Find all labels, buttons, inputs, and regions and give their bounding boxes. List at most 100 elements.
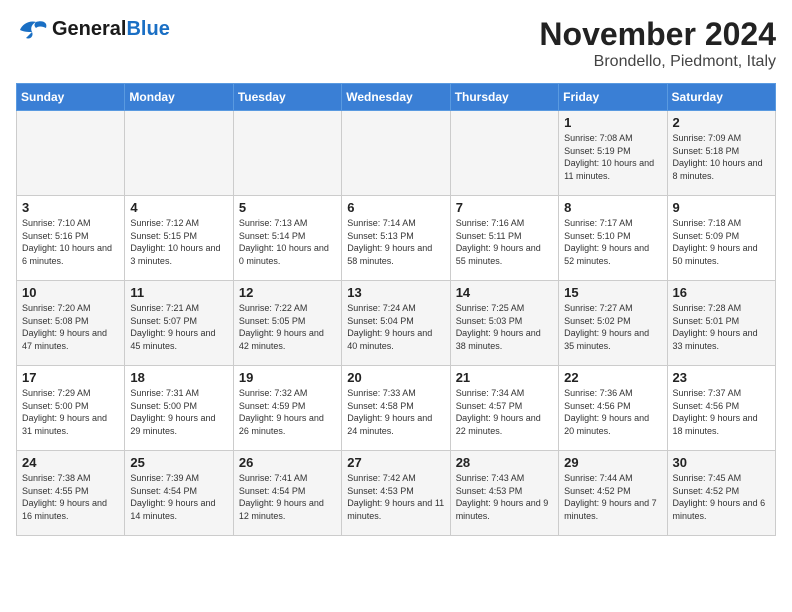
calendar-cell: 25Sunrise: 7:39 AM Sunset: 4:54 PM Dayli… (125, 451, 233, 536)
calendar-cell: 27 Sunrise: 7:42 AM Sunset: 4:53 PM Dayli… (342, 451, 450, 536)
day-number: 24 (22, 455, 119, 470)
day-info: Sunrise: 7:28 AM Sunset: 5:01 PM Dayligh… (673, 302, 770, 352)
day-info: Sunrise: 7:32 AM Sunset: 4:59 PM Dayligh… (239, 387, 336, 437)
day-info: Sunrise: 7:17 AM Sunset: 5:10 PM Dayligh… (564, 217, 661, 267)
logo: GeneralBlue (16, 16, 170, 42)
week-row-3: 10 Sunrise: 7:20 AM Sunset: 5:08 PM Dayli… (17, 281, 776, 366)
weekday-header-monday: Monday (125, 84, 233, 111)
calendar-cell: 30 Sunrise: 7:45 AM Sunset: 4:52 PM Dayli… (667, 451, 775, 536)
day-number: 11 (130, 285, 227, 300)
weekday-header-friday: Friday (559, 84, 667, 111)
location-subtitle: Brondello, Piedmont, Italy (539, 53, 776, 71)
day-number: 29 (564, 455, 661, 470)
day-info: Sunrise: 7:20 AM Sunset: 5:08 PM Dayligh… (22, 302, 119, 352)
day-info: Sunrise: 7:38 AM Sunset: 4:55 PM Dayligh… (22, 472, 119, 522)
calendar-cell: 21 Sunrise: 7:34 AM Sunset: 4:57 PM Dayli… (450, 366, 558, 451)
logo-blue: Blue (126, 18, 169, 41)
day-number: 17 (22, 370, 119, 385)
day-info: Sunrise: 7:27 AM Sunset: 5:02 PM Dayligh… (564, 302, 661, 352)
day-info: Sunrise: 7:18 AM Sunset: 5:09 PM Dayligh… (673, 217, 770, 267)
calendar-cell: 7 Sunrise: 7:16 AM Sunset: 5:11 PM Daylig… (450, 196, 558, 281)
month-year-title: November 2024 (539, 16, 776, 53)
calendar-cell: 8Sunrise: 7:17 AM Sunset: 5:10 PM Daylig… (559, 196, 667, 281)
day-number: 18 (130, 370, 227, 385)
calendar-cell (125, 111, 233, 196)
day-info: Sunrise: 7:09 AM Sunset: 5:18 PM Dayligh… (673, 132, 770, 182)
week-row-4: 17 Sunrise: 7:29 AM Sunset: 5:00 PM Dayli… (17, 366, 776, 451)
day-info: Sunrise: 7:43 AM Sunset: 4:53 PM Dayligh… (456, 472, 553, 522)
day-number: 28 (456, 455, 553, 470)
day-info: Sunrise: 7:44 AM Sunset: 4:52 PM Dayligh… (564, 472, 661, 522)
day-info: Sunrise: 7:22 AM Sunset: 5:05 PM Dayligh… (239, 302, 336, 352)
day-info: Sunrise: 7:36 AM Sunset: 4:56 PM Dayligh… (564, 387, 661, 437)
calendar-cell (233, 111, 341, 196)
calendar-cell: 1Sunrise: 7:08 AM Sunset: 5:19 PM Daylig… (559, 111, 667, 196)
calendar-cell: 24 Sunrise: 7:38 AM Sunset: 4:55 PM Dayli… (17, 451, 125, 536)
day-number: 14 (456, 285, 553, 300)
day-number: 22 (564, 370, 661, 385)
calendar-cell (342, 111, 450, 196)
calendar-cell: 28 Sunrise: 7:43 AM Sunset: 4:53 PM Dayli… (450, 451, 558, 536)
day-number: 1 (564, 115, 661, 130)
calendar-cell: 26 Sunrise: 7:41 AM Sunset: 4:54 PM Dayli… (233, 451, 341, 536)
logo-bird-icon (16, 16, 48, 42)
day-info: Sunrise: 7:29 AM Sunset: 5:00 PM Dayligh… (22, 387, 119, 437)
day-number: 10 (22, 285, 119, 300)
day-info: Sunrise: 7:31 AM Sunset: 5:00 PM Dayligh… (130, 387, 227, 437)
day-number: 6 (347, 200, 444, 215)
calendar-cell: 12 Sunrise: 7:22 AM Sunset: 5:05 PM Dayli… (233, 281, 341, 366)
calendar-cell: 9 Sunrise: 7:18 AM Sunset: 5:09 PM Daylig… (667, 196, 775, 281)
week-row-1: 1Sunrise: 7:08 AM Sunset: 5:19 PM Daylig… (17, 111, 776, 196)
day-number: 7 (456, 200, 553, 215)
day-number: 27 (347, 455, 444, 470)
weekday-header-row: SundayMondayTuesdayWednesdayThursdayFrid… (17, 84, 776, 111)
calendar-cell: 29 Sunrise: 7:44 AM Sunset: 4:52 PM Dayli… (559, 451, 667, 536)
day-info: Sunrise: 7:24 AM Sunset: 5:04 PM Dayligh… (347, 302, 444, 352)
calendar-cell (17, 111, 125, 196)
day-number: 9 (673, 200, 770, 215)
day-info: Sunrise: 7:13 AM Sunset: 5:14 PM Dayligh… (239, 217, 336, 267)
day-number: 4 (130, 200, 227, 215)
calendar-cell: 4Sunrise: 7:12 AM Sunset: 5:15 PM Daylig… (125, 196, 233, 281)
day-info: Sunrise: 7:25 AM Sunset: 5:03 PM Dayligh… (456, 302, 553, 352)
week-row-5: 24 Sunrise: 7:38 AM Sunset: 4:55 PM Dayli… (17, 451, 776, 536)
day-info: Sunrise: 7:41 AM Sunset: 4:54 PM Dayligh… (239, 472, 336, 522)
day-number: 26 (239, 455, 336, 470)
day-number: 15 (564, 285, 661, 300)
calendar-cell: 10 Sunrise: 7:20 AM Sunset: 5:08 PM Dayli… (17, 281, 125, 366)
day-number: 21 (456, 370, 553, 385)
day-number: 16 (673, 285, 770, 300)
day-number: 19 (239, 370, 336, 385)
day-number: 23 (673, 370, 770, 385)
calendar-cell: 23 Sunrise: 7:37 AM Sunset: 4:56 PM Dayli… (667, 366, 775, 451)
day-info: Sunrise: 7:10 AM Sunset: 5:16 PM Dayligh… (22, 217, 119, 267)
weekday-header-wednesday: Wednesday (342, 84, 450, 111)
calendar-cell: 17 Sunrise: 7:29 AM Sunset: 5:00 PM Dayli… (17, 366, 125, 451)
calendar-cell: 20Sunrise: 7:33 AM Sunset: 4:58 PM Dayli… (342, 366, 450, 451)
day-number: 2 (673, 115, 770, 130)
weekday-header-saturday: Saturday (667, 84, 775, 111)
day-info: Sunrise: 7:14 AM Sunset: 5:13 PM Dayligh… (347, 217, 444, 267)
day-info: Sunrise: 7:45 AM Sunset: 4:52 PM Dayligh… (673, 472, 770, 522)
day-number: 5 (239, 200, 336, 215)
week-row-2: 3Sunrise: 7:10 AM Sunset: 5:16 PM Daylig… (17, 196, 776, 281)
day-info: Sunrise: 7:33 AM Sunset: 4:58 PM Dayligh… (347, 387, 444, 437)
weekday-header-tuesday: Tuesday (233, 84, 341, 111)
day-info: Sunrise: 7:42 AM Sunset: 4:53 PM Dayligh… (347, 472, 444, 522)
calendar-cell: 15 Sunrise: 7:27 AM Sunset: 5:02 PM Dayli… (559, 281, 667, 366)
calendar-cell: 11Sunrise: 7:21 AM Sunset: 5:07 PM Dayli… (125, 281, 233, 366)
day-info: Sunrise: 7:16 AM Sunset: 5:11 PM Dayligh… (456, 217, 553, 267)
day-number: 25 (130, 455, 227, 470)
day-info: Sunrise: 7:34 AM Sunset: 4:57 PM Dayligh… (456, 387, 553, 437)
calendar-cell: 13Sunrise: 7:24 AM Sunset: 5:04 PM Dayli… (342, 281, 450, 366)
day-number: 12 (239, 285, 336, 300)
calendar-cell: 2 Sunrise: 7:09 AM Sunset: 5:18 PM Daylig… (667, 111, 775, 196)
weekday-header-thursday: Thursday (450, 84, 558, 111)
calendar-cell: 18 Sunrise: 7:31 AM Sunset: 5:00 PM Dayli… (125, 366, 233, 451)
calendar-title-area: November 2024 Brondello, Piedmont, Italy (539, 16, 776, 71)
page-header: GeneralBlue November 2024 Brondello, Pie… (16, 16, 776, 71)
calendar-cell: 16 Sunrise: 7:28 AM Sunset: 5:01 PM Dayli… (667, 281, 775, 366)
day-number: 30 (673, 455, 770, 470)
calendar-cell: 5 Sunrise: 7:13 AM Sunset: 5:14 PM Daylig… (233, 196, 341, 281)
day-info: Sunrise: 7:37 AM Sunset: 4:56 PM Dayligh… (673, 387, 770, 437)
